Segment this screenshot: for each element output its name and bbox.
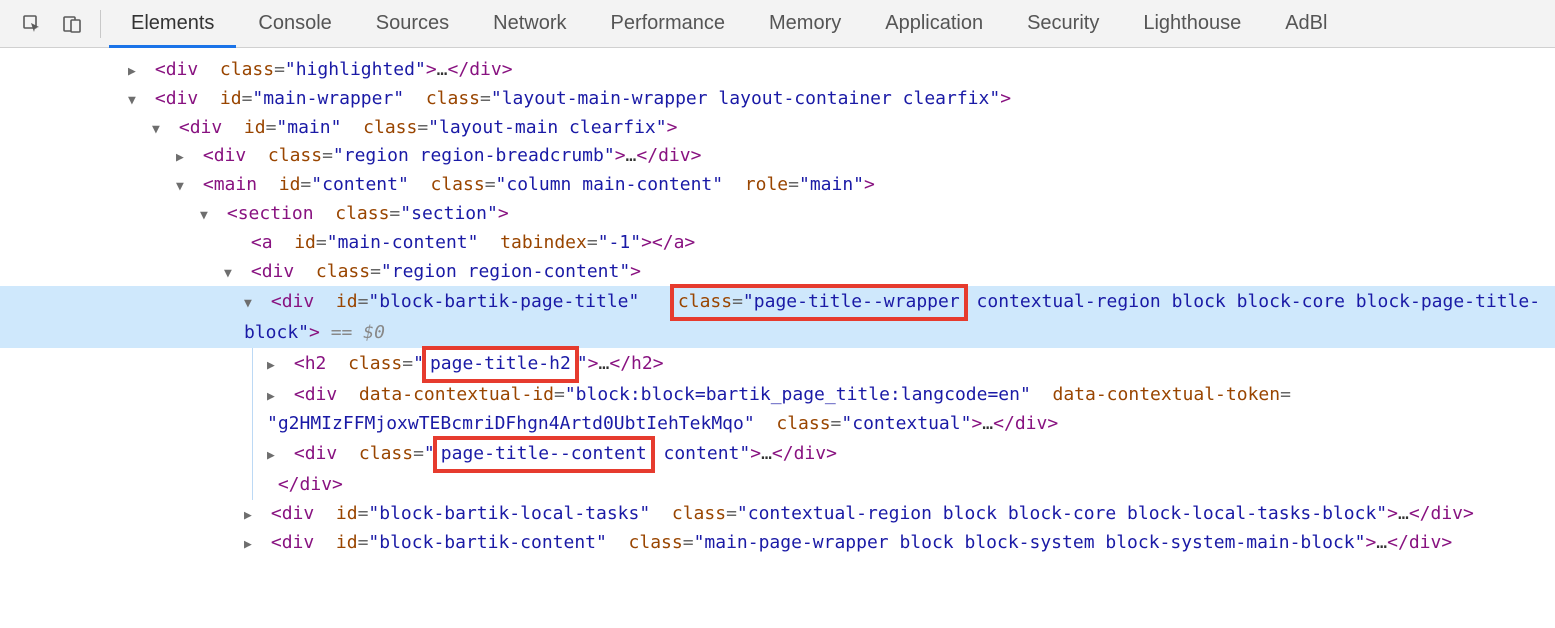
tab-memory[interactable]: Memory [747,0,863,47]
dom-node[interactable]: <div id="block-bartik-local-tasks" class… [0,500,1555,529]
tag-name: div [658,145,691,166]
inspect-icon[interactable] [12,0,52,47]
dom-children-group: <h2 class="page-title-h2">…</h2> <div da… [252,348,1555,500]
device-toggle-icon[interactable] [52,0,92,47]
attr-name: class [348,353,402,374]
tag-name: div [794,443,827,464]
devtools-toolbar: Elements Console Sources Network Perform… [0,0,1555,48]
expand-toggle-icon[interactable] [152,120,166,141]
elements-panel[interactable]: ••• <div class="highlighted">…</div> <di… [0,48,1555,598]
dom-node[interactable]: <h2 class="page-title-h2">…</h2> [267,348,1555,381]
dom-node[interactable]: <main id="content" class="column main-co… [0,171,1555,200]
attr-name: class [359,443,413,464]
tag-name: div [469,59,502,80]
tag-name: h2 [305,353,327,374]
dom-node-close[interactable]: </div> [251,471,1555,500]
tab-performance[interactable]: Performance [589,0,748,47]
tab-label: Sources [376,12,449,35]
tag-name: div [1409,532,1442,553]
tag-name: div [190,117,223,138]
tag-name: section [238,203,314,224]
tab-elements[interactable]: Elements [109,0,236,47]
tab-label: Lighthouse [1143,12,1241,35]
expand-toggle-icon[interactable] [200,206,214,227]
selected-marker: == $0 [331,322,385,343]
expand-toggle-icon[interactable] [224,264,238,285]
tag-name: div [166,88,199,109]
attr-value: page-title--content [441,443,647,464]
expand-toggle-icon[interactable] [244,294,258,315]
dom-node-selected[interactable]: <div id="block-bartik-page-title" class=… [0,286,1555,348]
tag-name: div [262,261,295,282]
tab-label: AdBl [1285,12,1327,35]
tab-application[interactable]: Application [863,0,1005,47]
tag-name: div [282,532,315,553]
tab-label: Performance [611,12,726,35]
tag-name: div [282,503,315,524]
attr-name: class [678,291,732,312]
tag-name: div [305,443,338,464]
tab-lighthouse[interactable]: Lighthouse [1121,0,1263,47]
toolbar-divider [100,10,101,38]
tag-name: a [262,232,273,253]
tab-label: Application [885,12,983,35]
tab-sources[interactable]: Sources [354,0,471,47]
attr-value: content" [653,443,751,464]
expand-toggle-icon[interactable] [267,446,281,467]
dom-node[interactable]: <div class="region region-breadcrumb">…<… [0,142,1555,171]
tag-name: div [214,145,247,166]
attr-value: page-title-h2 [430,353,571,374]
dom-node[interactable]: <div id="main" class="layout-main clearf… [0,114,1555,143]
dom-node[interactable]: <div id="block-bartik-content" class="ma… [0,529,1555,558]
tab-label: Elements [131,12,214,35]
highlight-box: page-title-h2 [422,346,579,383]
tab-label: Console [258,12,331,35]
tab-security[interactable]: Security [1005,0,1121,47]
tab-label: Network [493,12,566,35]
dom-node[interactable]: <section class="section"> [0,200,1555,229]
dom-node[interactable]: <div class="highlighted">…</div> [0,56,1555,85]
expand-toggle-icon[interactable] [176,148,190,169]
highlight-box: page-title--content [433,436,655,473]
attr-value: page-title--wrapper [754,291,960,312]
dom-node[interactable]: <a id="main-content" tabindex="-1"></a> [0,229,1555,258]
tag-name: main [214,174,257,195]
dom-node[interactable]: <div class="region region-content"> [0,258,1555,287]
expand-toggle-icon[interactable] [244,506,258,527]
tab-label: Security [1027,12,1099,35]
tag-name: div [166,59,199,80]
expand-toggle-icon[interactable] [244,535,258,556]
dom-node[interactable]: <div class="page-title--content content"… [267,438,1555,471]
tag-name: h2 [631,353,653,374]
tag-name: div [282,291,315,312]
tab-console[interactable]: Console [236,0,353,47]
tag-name: div [300,474,333,495]
tab-network[interactable]: Network [471,0,588,47]
expand-toggle-icon[interactable] [176,177,190,198]
tag-name: div [305,384,338,405]
expand-toggle-icon[interactable] [267,356,281,377]
expand-toggle-icon[interactable] [128,91,142,112]
tag-name: div [1015,413,1048,434]
tag-name: a [674,232,685,253]
expand-toggle-icon[interactable] [128,62,142,83]
dom-node[interactable]: <div id="main-wrapper" class="layout-mai… [0,85,1555,114]
expand-toggle-icon[interactable] [267,387,281,408]
tab-adblock[interactable]: AdBl [1263,0,1349,47]
highlight-box: class="page-title--wrapper [670,284,968,321]
dom-node[interactable]: <div data-contextual-id="block:block=bar… [267,381,1555,439]
tag-name: div [1431,503,1464,524]
tab-label: Memory [769,12,841,35]
